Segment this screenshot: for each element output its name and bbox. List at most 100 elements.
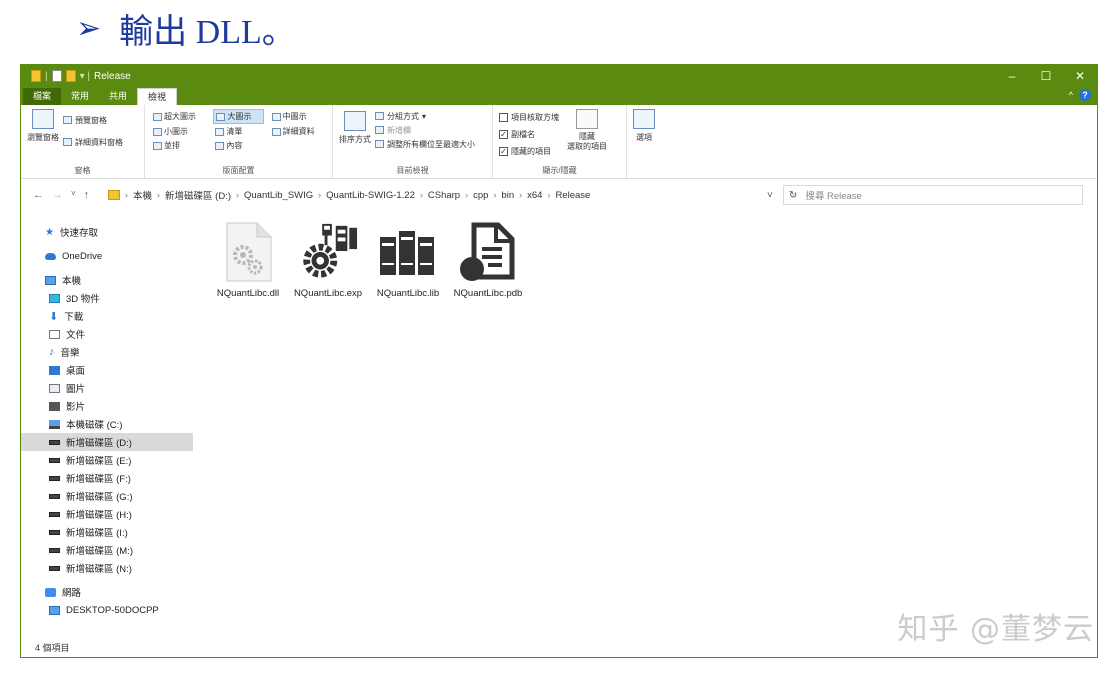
layout-tiles[interactable]: 並排: [151, 139, 207, 152]
preview-pane-icon: [63, 116, 72, 124]
folder-icon[interactable]: [31, 70, 41, 82]
nav-pane-button[interactable]: 瀏覽窗格: [27, 109, 59, 149]
hide-selected-button[interactable]: 隱藏 選取的項目: [567, 109, 607, 160]
file-name: NQuantLibc.exp: [293, 288, 363, 299]
collapse-ribbon-icon[interactable]: ^: [1069, 90, 1073, 100]
maximize-button[interactable]: ☐: [1029, 65, 1063, 87]
nav-onedrive[interactable]: OneDrive: [21, 247, 193, 265]
tab-share[interactable]: 共用: [99, 88, 137, 105]
layout-extra-large-icons[interactable]: 超大圖示: [151, 109, 207, 124]
properties-icon[interactable]: [51, 70, 62, 82]
desktop-icon: [49, 365, 60, 375]
nav-drive-i[interactable]: 新增磁碟區 (I:): [21, 523, 193, 541]
file-item[interactable]: NQuantLibc.pdb: [449, 221, 527, 300]
nav-drive-g[interactable]: 新增磁碟區 (G:): [21, 487, 193, 505]
breadcrumb-item[interactable]: cpp: [473, 190, 488, 201]
forward-arrow-icon[interactable]: →: [52, 189, 63, 201]
new-folder-icon[interactable]: [65, 70, 76, 82]
checkbox-checked[interactable]: ✓: [499, 130, 508, 139]
exp-gear-icon: [297, 221, 359, 283]
nav-3d-objects[interactable]: 3D 物件: [21, 289, 193, 307]
help-icon[interactable]: ?: [1079, 89, 1091, 101]
file-item[interactable]: NQuantLibc.lib: [369, 221, 447, 300]
breadcrumb-item[interactable]: QuantLib_SWIG: [244, 190, 313, 201]
list-icon: [215, 127, 225, 136]
nav-network[interactable]: 網路: [21, 583, 193, 601]
nav-quick-access[interactable]: ★ 快速存取: [21, 223, 193, 241]
nav-drive-h[interactable]: 新增磁碟區 (H:): [21, 505, 193, 523]
sort-icon: [344, 111, 366, 131]
item-checkboxes-toggle[interactable]: 項目核取方塊: [499, 109, 559, 126]
group-by-icon: [375, 112, 384, 120]
file-name: NQuantLibc.lib: [376, 288, 440, 299]
network-icon: [45, 587, 56, 597]
nav-downloads[interactable]: ⬇ 下載: [21, 307, 193, 325]
file-item[interactable]: NQuantLibc.exp: [289, 221, 367, 300]
nav-pictures[interactable]: 圖片: [21, 379, 193, 397]
nav-drive-n[interactable]: 新增磁碟區 (N:): [21, 559, 193, 577]
nav-drive-e[interactable]: 新增磁碟區 (E:): [21, 451, 193, 469]
breadcrumb-item[interactable]: x64: [527, 190, 542, 201]
drive-icon: [49, 475, 60, 481]
search-input[interactable]: ⌕ 搜尋 Release: [783, 185, 1083, 205]
up-arrow-icon[interactable]: ↑: [84, 189, 90, 201]
tab-home[interactable]: 常用: [61, 88, 99, 105]
drive-icon: [49, 565, 60, 571]
arrow-bullet-icon: ➢: [76, 11, 102, 45]
layout-list[interactable]: 清單: [213, 125, 263, 138]
item-count: 4 個項目: [35, 642, 70, 653]
group-label-layout: 版面配置: [222, 166, 255, 175]
search-icon: ⌕: [792, 189, 798, 201]
checkbox-unchecked[interactable]: [499, 113, 508, 122]
nav-drive-m[interactable]: 新增磁碟區 (M:): [21, 541, 193, 559]
nav-music[interactable]: ♪ 音樂: [21, 343, 193, 361]
breadcrumb-item[interactable]: QuantLib-SWIG-1.22: [326, 190, 415, 201]
breadcrumb-item[interactable]: 本機: [133, 188, 152, 202]
nav-drive-d[interactable]: 新增磁碟區 (D:): [21, 433, 193, 451]
download-icon: ⬇: [49, 310, 59, 323]
preview-pane-button[interactable]: 預覽窗格: [63, 113, 123, 127]
breadcrumb-item[interactable]: CSharp: [428, 190, 460, 201]
details-pane-button[interactable]: 詳細資料窗格: [63, 135, 123, 149]
navigation-pane: ★ 快速存取 OneDrive 本機 3D 物件 ⬇ 下載 文件 ♪ 音樂 桌面 圖片…: [21, 211, 193, 637]
size-columns-button[interactable]: 調整所有欄位至最適大小: [375, 137, 475, 151]
layout-content[interactable]: 內容: [213, 139, 263, 152]
back-arrow-icon[interactable]: ←: [33, 189, 44, 201]
cloud-icon: [45, 252, 56, 260]
breadcrumb[interactable]: › 本機 › 新增磁碟區 (D:) › QuantLib_SWIG › Quan…: [107, 185, 757, 205]
close-button[interactable]: ✕: [1063, 65, 1097, 87]
hidden-items-toggle[interactable]: ✓ 隱藏的項目: [499, 143, 559, 160]
file-item[interactable]: NQuantLibc.dll: [209, 221, 287, 300]
layout-medium-icons[interactable]: 中圖示: [270, 109, 326, 124]
checkbox-checked[interactable]: ✓: [499, 147, 508, 156]
layout-large-icons[interactable]: 大圖示: [213, 109, 264, 124]
nav-desktop-pc[interactable]: DESKTOP-50DOCPP: [21, 601, 193, 619]
file-list: NQuantLibc.dll NQuantLibc.exp NQuantLibc…: [195, 211, 1095, 637]
file-extensions-toggle[interactable]: ✓ 副檔名: [499, 126, 559, 143]
drive-icon: [49, 457, 60, 463]
group-by-button[interactable]: 分組方式 ▾: [375, 109, 475, 123]
customize-qat-icon[interactable]: ▾ |: [80, 71, 90, 82]
nav-this-pc[interactable]: 本機: [21, 271, 193, 289]
add-columns-button[interactable]: 新增欄: [375, 123, 475, 137]
minimize-button[interactable]: –: [995, 65, 1029, 87]
computer-icon: [49, 605, 60, 615]
nav-drive-f[interactable]: 新增磁碟區 (F:): [21, 469, 193, 487]
breadcrumb-item[interactable]: Release: [555, 190, 590, 201]
address-dropdown-icon[interactable]: ˅: [767, 190, 773, 201]
nav-desktop[interactable]: 桌面: [21, 361, 193, 379]
recent-locations-icon[interactable]: ˅: [71, 189, 76, 201]
nav-documents[interactable]: 文件: [21, 325, 193, 343]
layout-small-icons[interactable]: 小圖示: [151, 125, 207, 138]
tab-view[interactable]: 檢視: [137, 88, 178, 105]
layout-details[interactable]: 詳細資料: [270, 125, 326, 138]
nav-videos[interactable]: 影片: [21, 397, 193, 415]
breadcrumb-item[interactable]: bin: [501, 190, 514, 201]
sort-by-button[interactable]: 排序方式: [339, 111, 371, 151]
nav-drive-c[interactable]: 本機磁碟 (C:): [21, 415, 193, 433]
tab-file[interactable]: 檔案: [23, 88, 62, 105]
breadcrumb-item[interactable]: 新增磁碟區 (D:): [165, 188, 231, 202]
options-button[interactable]: 選項: [633, 109, 655, 143]
window-title: Release: [94, 70, 131, 82]
star-icon: ★: [45, 226, 54, 238]
